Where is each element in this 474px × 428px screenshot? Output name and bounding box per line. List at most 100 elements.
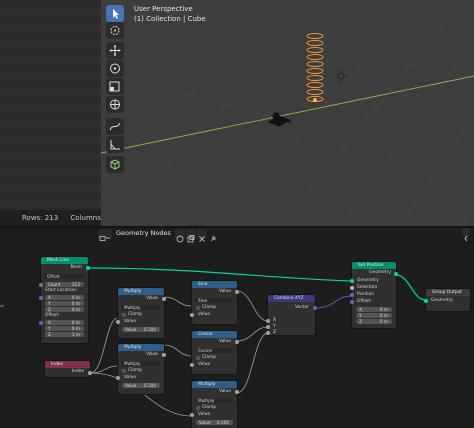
output-socket-vector[interactable] bbox=[313, 306, 317, 310]
start-location-label: Start Location: bbox=[45, 288, 78, 293]
input-socket-geometry[interactable] bbox=[350, 279, 354, 283]
start-y-field[interactable]: Y0 m bbox=[45, 301, 84, 306]
clamp-label: Clamp bbox=[128, 368, 143, 373]
offset-z-field[interactable]: Z1 m bbox=[45, 332, 84, 337]
input-value-label: Value bbox=[198, 362, 211, 367]
output-socket-index[interactable] bbox=[88, 370, 92, 375]
input-socket-position[interactable] bbox=[350, 293, 354, 297]
scale-tool-icon bbox=[109, 81, 120, 92]
node-multiply-2[interactable]: Multiply Value Multiply Clamp Value Valu… bbox=[116, 344, 166, 394]
clamp-checkbox[interactable] bbox=[122, 313, 126, 317]
input-socket-offset[interactable] bbox=[350, 300, 354, 304]
node-set-position[interactable]: Set Position Geometry Geometry Selection… bbox=[350, 262, 398, 328]
operation-dropdown[interactable]: Multiply bbox=[122, 361, 160, 366]
node-index[interactable]: Index Index bbox=[45, 361, 92, 377]
select-tool-icon bbox=[113, 9, 119, 19]
input-socket-selection[interactable] bbox=[350, 286, 354, 290]
add-cube-tool-button[interactable] bbox=[106, 156, 124, 173]
input-socket-x[interactable] bbox=[266, 319, 270, 323]
node-sine[interactable]: Sine Value Sine Clamp Value bbox=[190, 281, 239, 324]
offset-label: Offset: bbox=[357, 299, 372, 304]
output-socket-geometry[interactable] bbox=[394, 272, 398, 276]
select-tool-button[interactable] bbox=[106, 5, 124, 22]
clamp-checkbox[interactable] bbox=[122, 369, 126, 373]
clamp-checkbox[interactable] bbox=[196, 406, 200, 410]
factor-field[interactable]: Value 0.200 bbox=[196, 420, 233, 425]
clamp-label: Clamp bbox=[202, 305, 217, 310]
operation-dropdown[interactable]: Sine bbox=[196, 298, 233, 303]
clamp-checkbox[interactable] bbox=[196, 306, 200, 310]
input-socket-count[interactable] bbox=[39, 282, 43, 287]
node-combine-xyz[interactable]: Combine XYZ Vector X Y Z bbox=[266, 295, 317, 335]
node-multiply-1[interactable]: Multiply Value Multiply Clamp Value Valu… bbox=[116, 288, 166, 338]
cursor-tool-button[interactable] bbox=[106, 22, 124, 39]
start-x-field[interactable]: X0 m bbox=[45, 295, 84, 300]
output-index-label: Index bbox=[71, 369, 84, 374]
node-editor[interactable]: Geometry Nodes Mesh Line Mesh Offset Cou… bbox=[0, 228, 474, 428]
offset-label: Offset: bbox=[45, 313, 60, 318]
input-socket-z[interactable] bbox=[266, 331, 270, 335]
node-multiply-3[interactable]: Multiply Value Multiply Clamp Value Valu… bbox=[190, 381, 239, 428]
factor-field[interactable]: Value 0.200 bbox=[122, 327, 160, 332]
node-header[interactable]: Mesh Line bbox=[41, 257, 88, 264]
node-header[interactable]: Group Output bbox=[426, 289, 470, 296]
output-socket-value[interactable] bbox=[235, 390, 239, 394]
operation-dropdown[interactable]: Multiply bbox=[122, 305, 160, 310]
node-header[interactable]: Sine bbox=[192, 281, 237, 288]
operation-dropdown[interactable]: Cosine bbox=[196, 348, 233, 353]
node-cosine[interactable]: Cosine Value Cosine Clamp Value bbox=[190, 331, 239, 374]
input-socket-value[interactable] bbox=[190, 312, 194, 317]
input-position-label: Position bbox=[357, 292, 375, 297]
input-socket-value[interactable] bbox=[190, 412, 194, 417]
input-socket-start[interactable] bbox=[39, 295, 43, 300]
output-value-label: Value bbox=[145, 352, 158, 357]
node-header[interactable]: Set Position bbox=[352, 262, 396, 269]
output-socket-value[interactable] bbox=[235, 290, 239, 294]
output-socket-mesh[interactable] bbox=[86, 266, 90, 270]
input-socket-value[interactable] bbox=[190, 362, 194, 367]
offset-x-field[interactable]: X0 m bbox=[356, 307, 392, 312]
node-header[interactable]: Cosine bbox=[192, 331, 237, 338]
factor-field[interactable]: Value 0.200 bbox=[122, 383, 160, 388]
transform-tool-button[interactable] bbox=[106, 96, 124, 113]
output-socket-value[interactable] bbox=[235, 340, 239, 344]
output-socket-value[interactable] bbox=[162, 353, 166, 357]
input-socket-offset[interactable] bbox=[39, 320, 43, 325]
input-value-label: Value bbox=[124, 375, 137, 380]
3d-viewport[interactable]: User Perspective (1) Collection | Cube bbox=[101, 0, 474, 226]
count-field[interactable]: Count 213 bbox=[45, 282, 84, 287]
clamp-label: Clamp bbox=[202, 355, 217, 360]
offset-y-field[interactable]: Y0 m bbox=[356, 313, 392, 318]
move-tool-button[interactable] bbox=[106, 42, 124, 59]
add-cube-tool-icon bbox=[110, 159, 120, 170]
node-header[interactable]: Multiply bbox=[118, 344, 164, 351]
offset-x-field[interactable]: X0 m bbox=[45, 320, 84, 325]
measure-tool-button[interactable] bbox=[106, 136, 124, 153]
output-mesh-label: Mesh bbox=[70, 265, 82, 270]
mode-dropdown[interactable]: Offset bbox=[45, 274, 84, 279]
offset-y-field[interactable]: Y0 m bbox=[45, 326, 84, 331]
spreadsheet-grid[interactable] bbox=[0, 0, 101, 210]
input-socket-value[interactable] bbox=[116, 319, 120, 324]
node-group-output[interactable]: Group Output Geometry bbox=[424, 289, 470, 311]
input-socket-value[interactable] bbox=[116, 375, 120, 380]
output-socket-value[interactable] bbox=[162, 297, 166, 301]
clamp-checkbox[interactable] bbox=[196, 356, 200, 360]
input-socket-geometry[interactable] bbox=[424, 299, 428, 303]
start-z-field[interactable]: Z0 m bbox=[45, 307, 84, 312]
clamp-label: Clamp bbox=[128, 312, 143, 317]
input-geometry-label: Geometry bbox=[431, 298, 453, 303]
node-mesh-line[interactable]: Mesh Line Mesh Offset Count 213 Start Lo… bbox=[39, 257, 90, 343]
rows-count: Rows: 213 bbox=[22, 214, 59, 222]
node-header[interactable]: Multiply bbox=[118, 288, 164, 295]
scale-tool-button[interactable] bbox=[106, 78, 124, 95]
cursor-tool-icon bbox=[110, 26, 120, 35]
annotate-tool-button[interactable] bbox=[106, 118, 124, 135]
node-header[interactable]: Combine XYZ bbox=[268, 295, 315, 302]
node-header[interactable]: Index bbox=[45, 361, 90, 368]
rotate-tool-button[interactable] bbox=[106, 60, 124, 77]
offset-z-field[interactable]: Z0 m bbox=[356, 319, 392, 324]
input-socket-y[interactable] bbox=[266, 325, 270, 329]
operation-dropdown[interactable]: Multiply bbox=[196, 398, 233, 403]
node-header[interactable]: Multiply bbox=[192, 381, 237, 388]
